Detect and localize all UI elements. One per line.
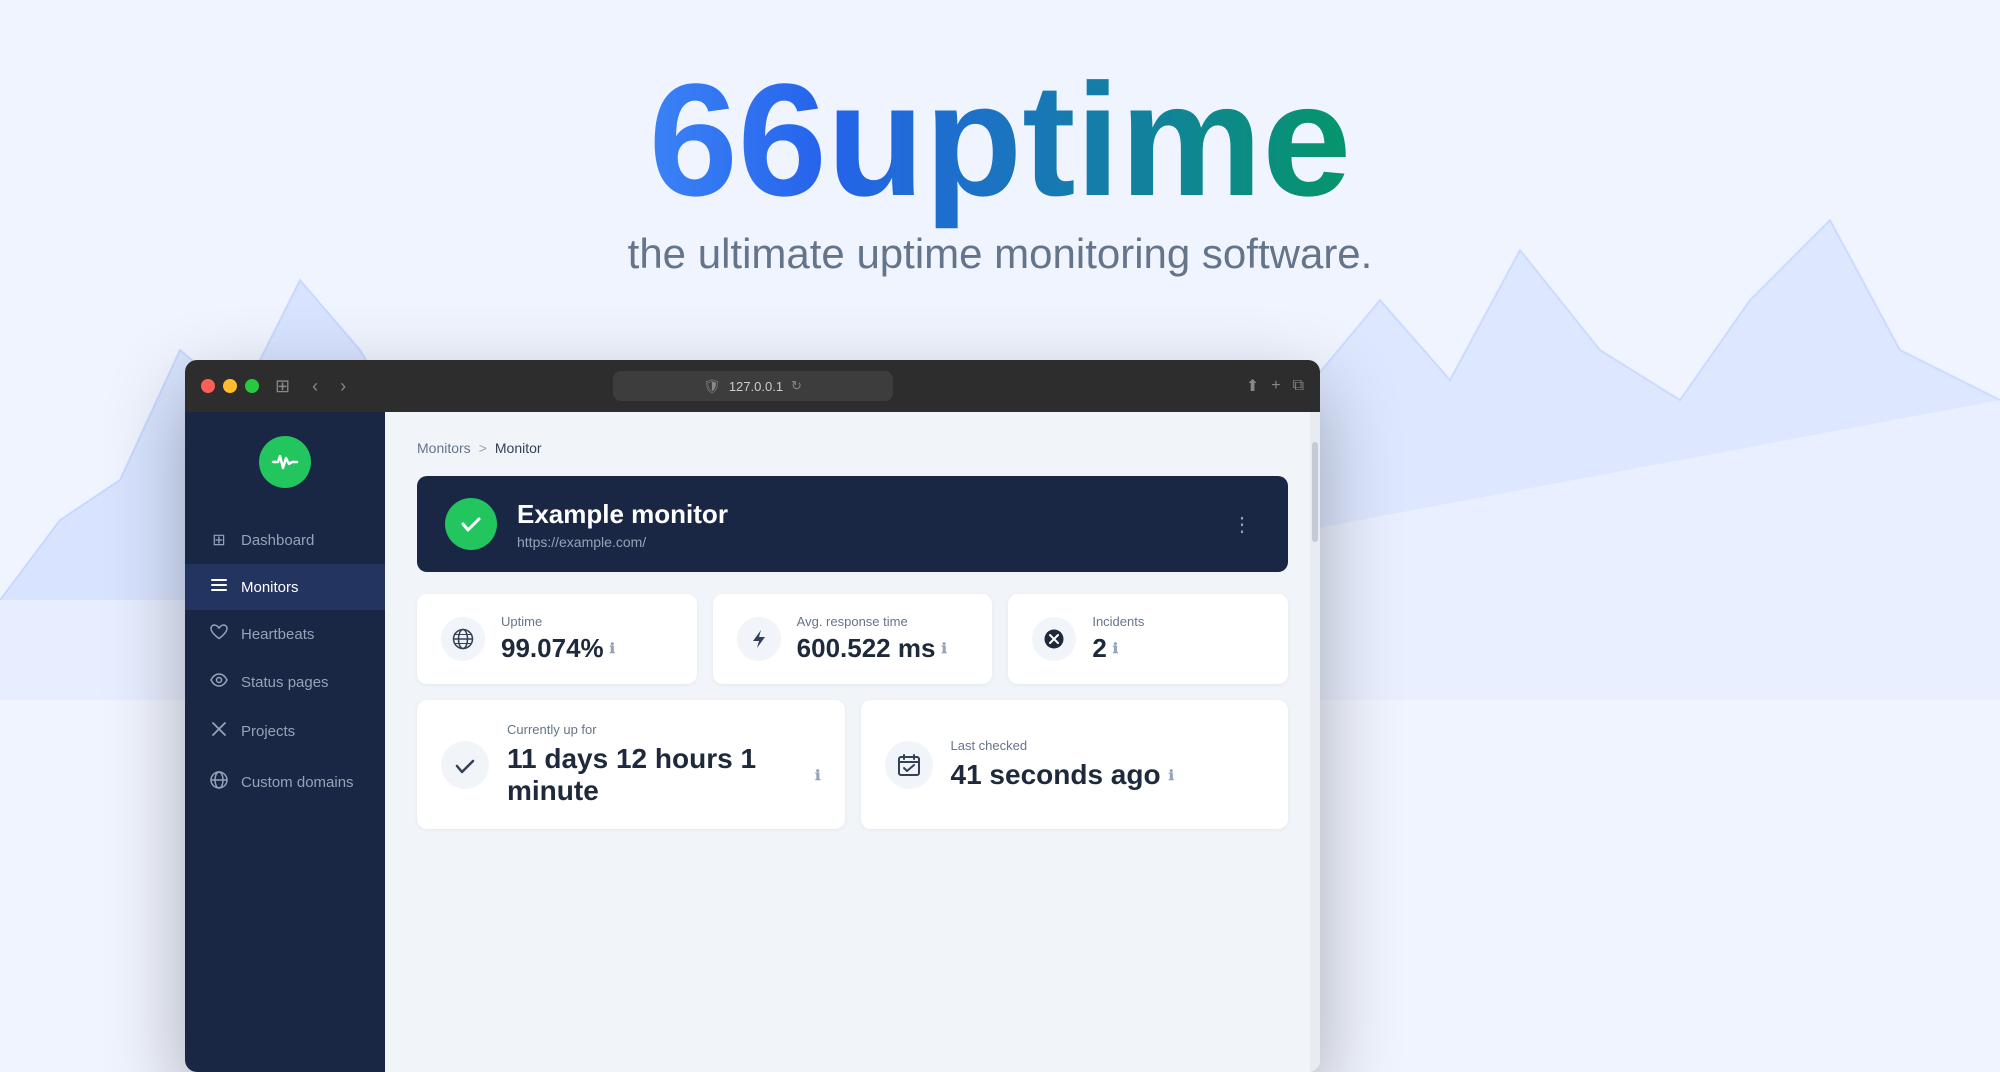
stat-card-last-checked: Last checked 41 seconds ago ℹ: [861, 700, 1289, 829]
monitor-info: Example monitor https://example.com/: [517, 499, 1204, 550]
heartbeats-icon: [209, 624, 229, 645]
forward-button[interactable]: ›: [334, 372, 352, 401]
calendar-check-icon: [885, 741, 933, 789]
traffic-light-red[interactable]: [201, 379, 215, 393]
hero-title: 66uptime: [649, 60, 1351, 220]
sidebar-label-status-pages: Status pages: [241, 674, 329, 691]
incidents-info-icon[interactable]: ℹ: [1113, 640, 1118, 657]
browser-titlebar: ⊞ ‹ › 🛡 127.0.0.1 ↻ ⬆ + ⧉: [185, 360, 1320, 412]
stats-grid: Uptime 99.074% ℹ Avg.: [417, 594, 1288, 684]
incidents-label: Incidents: [1092, 614, 1144, 629]
sidebar-item-heartbeats[interactable]: Heartbeats: [185, 610, 385, 659]
incidents-value: 2 ℹ: [1092, 633, 1144, 664]
scrollbar-track[interactable]: [1310, 412, 1320, 1072]
uptime-label: Uptime: [501, 614, 615, 629]
sidebar-item-custom-domains[interactable]: Custom domains: [185, 757, 385, 808]
breadcrumb: Monitors > Monitor: [417, 440, 1288, 456]
checkmark-circle-icon: [441, 741, 489, 789]
last-checked-value: 41 seconds ago ℹ: [951, 759, 1174, 791]
shield-icon: 🛡: [703, 378, 721, 395]
response-info-icon[interactable]: ℹ: [941, 640, 946, 657]
breadcrumb-current: Monitor: [495, 440, 542, 456]
sidebar-logo[interactable]: [259, 436, 311, 488]
stat-info-response: Avg. response time 600.522 ms ℹ: [797, 614, 947, 664]
x-circle-icon: [1032, 617, 1076, 661]
tabs-icon[interactable]: ⧉: [1293, 377, 1304, 395]
sidebar-item-status-pages[interactable]: Status pages: [185, 659, 385, 706]
stat-card-uptime-duration: Currently up for 11 days 12 hours 1 minu…: [417, 700, 845, 829]
sidebar-item-projects[interactable]: Projects: [185, 706, 385, 757]
projects-icon: [209, 720, 229, 743]
sidebar-label-heartbeats: Heartbeats: [241, 626, 314, 643]
sidebar-navigation: ⊞ Dashboard Monitors: [185, 516, 385, 808]
traffic-lights: [201, 379, 259, 393]
uptime-duration-info-icon[interactable]: ℹ: [815, 767, 820, 784]
share-icon[interactable]: ⬆: [1246, 376, 1259, 396]
stat-card-uptime: Uptime 99.074% ℹ: [417, 594, 697, 684]
sidebar: ⊞ Dashboard Monitors: [185, 412, 385, 1072]
monitor-menu-button[interactable]: ⋮: [1224, 508, 1260, 541]
checkmark-icon: [458, 511, 484, 537]
uptime-value: 99.074% ℹ: [501, 633, 615, 664]
browser-window: ⊞ ‹ › 🛡 127.0.0.1 ↻ ⬆ + ⧉ ⊞ Dashb: [185, 360, 1320, 1072]
breadcrumb-separator: >: [479, 440, 487, 456]
breadcrumb-parent[interactable]: Monitors: [417, 440, 471, 456]
sidebar-label-custom-domains: Custom domains: [241, 774, 354, 791]
sidebar-label-dashboard: Dashboard: [241, 532, 314, 549]
hero-section: 66uptime the ultimate uptime monitoring …: [0, 0, 2000, 278]
monitor-header-card: Example monitor https://example.com/ ⋮: [417, 476, 1288, 572]
last-checked-label: Last checked: [951, 738, 1174, 753]
monitor-url: https://example.com/: [517, 534, 1204, 550]
sidebar-toggle-button[interactable]: ⊞: [269, 372, 296, 401]
hero-subtitle: the ultimate uptime monitoring software.: [0, 230, 2000, 278]
stat-card-incidents: Incidents 2 ℹ: [1008, 594, 1288, 684]
status-pages-icon: [209, 673, 229, 692]
add-tab-icon[interactable]: +: [1271, 377, 1280, 395]
response-time-value: 600.522 ms ℹ: [797, 633, 947, 664]
heartbeat-logo-icon: [271, 448, 299, 476]
stat-info-incidents: Incidents 2 ℹ: [1092, 614, 1144, 664]
main-content: Monitors > Monitor Example monitor https…: [385, 412, 1320, 1072]
bolt-icon: [737, 617, 781, 661]
monitor-name: Example monitor: [517, 499, 1204, 530]
hero-title-numbers: 66: [649, 50, 827, 229]
address-text: 127.0.0.1: [729, 379, 783, 394]
back-button[interactable]: ‹: [306, 372, 324, 401]
uptime-duration-value: 11 days 12 hours 1 minute ℹ: [507, 743, 821, 807]
hero-title-word: uptime: [827, 50, 1351, 229]
sidebar-label-projects: Projects: [241, 723, 295, 740]
sidebar-label-monitors: Monitors: [241, 579, 299, 596]
globe-icon: [441, 617, 485, 661]
browser-content: ⊞ Dashboard Monitors: [185, 412, 1320, 1072]
custom-domains-icon: [209, 771, 229, 794]
stat-info-uptime: Uptime 99.074% ℹ: [501, 614, 615, 664]
bottom-stats-grid: Currently up for 11 days 12 hours 1 minu…: [417, 700, 1288, 829]
sidebar-item-monitors[interactable]: Monitors: [185, 564, 385, 610]
address-bar[interactable]: 🛡 127.0.0.1 ↻: [613, 371, 893, 401]
dashboard-icon: ⊞: [209, 530, 229, 550]
uptime-duration-info: Currently up for 11 days 12 hours 1 minu…: [507, 722, 821, 807]
stat-card-response-time: Avg. response time 600.522 ms ℹ: [713, 594, 993, 684]
reload-icon[interactable]: ↻: [791, 378, 802, 394]
last-checked-info-icon[interactable]: ℹ: [1169, 767, 1174, 784]
uptime-info-icon[interactable]: ℹ: [610, 640, 615, 657]
traffic-light-green[interactable]: [245, 379, 259, 393]
titlebar-right-controls: ⬆ + ⧉: [1246, 376, 1304, 396]
last-checked-info: Last checked 41 seconds ago ℹ: [951, 738, 1174, 791]
monitors-icon: [209, 578, 229, 596]
sidebar-item-dashboard[interactable]: ⊞ Dashboard: [185, 516, 385, 564]
monitor-status-icon: [445, 498, 497, 550]
scrollbar-thumb[interactable]: [1312, 442, 1318, 542]
response-time-label: Avg. response time: [797, 614, 947, 629]
traffic-light-yellow[interactable]: [223, 379, 237, 393]
uptime-duration-label: Currently up for: [507, 722, 821, 737]
